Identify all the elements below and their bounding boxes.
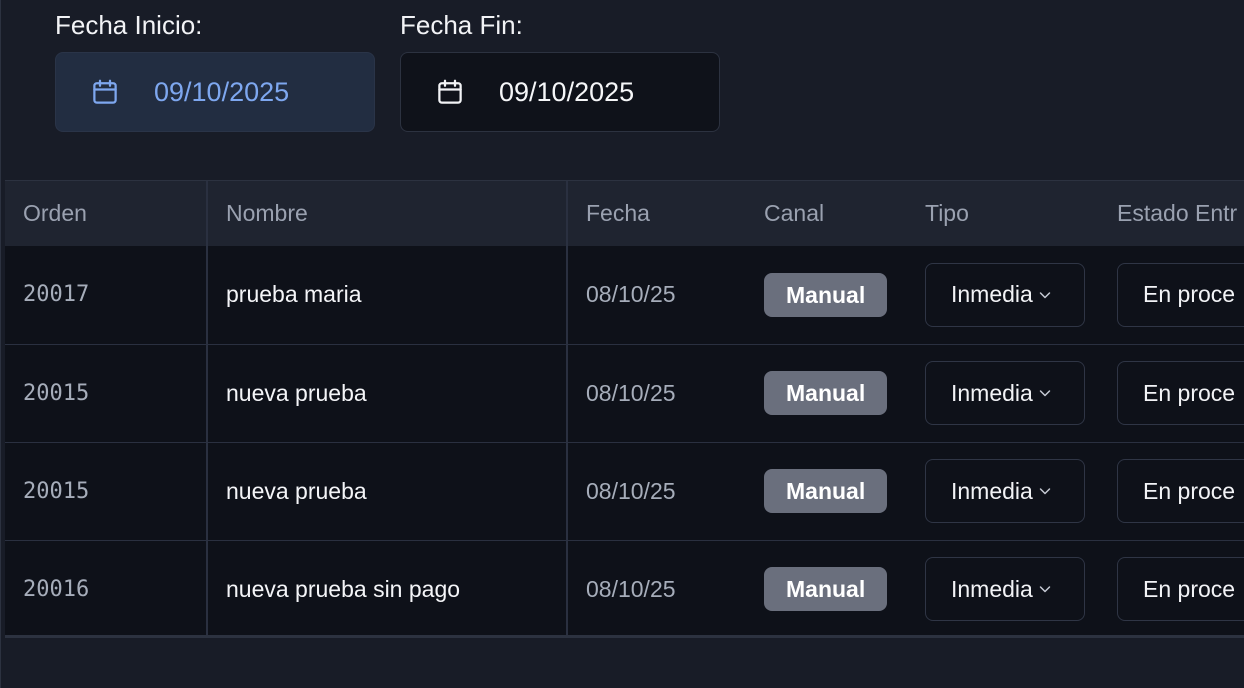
order-id: 20017: [5, 246, 208, 344]
channel-cell: Manual: [746, 246, 907, 344]
status-cell: En proce: [1099, 540, 1244, 635]
order-name: nueva prueba sin pago: [207, 540, 568, 635]
order-date: 08/10/25: [586, 281, 676, 308]
order-date: 08/10/25: [586, 477, 676, 504]
delivery-status-value: En proce: [1143, 379, 1236, 406]
chevron-down-icon: [1037, 581, 1053, 597]
column-header-nombre[interactable]: Nombre: [207, 181, 568, 246]
start-date-label: Fecha Inicio:: [55, 10, 203, 40]
table-header-row: Orden Nombre Fecha Canal Tipo Estado Ent…: [5, 181, 1244, 246]
orders-panel: Fecha Inicio: 09/10/2025 Fecha Fin: 09/1…: [0, 0, 1244, 688]
column-header-orden[interactable]: Orden: [5, 181, 208, 246]
type-cell: Inmedia: [907, 344, 1099, 442]
type-select-value: Inmedia: [951, 379, 1033, 406]
delivery-status-value: En proce: [1143, 477, 1236, 504]
calendar-icon: [435, 77, 465, 107]
order-id: 20015: [5, 442, 208, 540]
status-cell: En proce: [1099, 344, 1244, 442]
status-cell: En proce: [1099, 442, 1244, 540]
type-select[interactable]: Inmedia: [925, 557, 1085, 622]
order-id: 20015: [5, 344, 208, 442]
delivery-status-select[interactable]: En proce: [1117, 262, 1244, 327]
order-name: nueva prueba: [207, 442, 568, 540]
end-date-filter: Fecha Fin: 09/10/2025: [400, 8, 720, 132]
end-date-label: Fecha Fin:: [400, 10, 523, 40]
type-select-value: Inmedia: [951, 575, 1033, 602]
delivery-status-select[interactable]: En proce: [1117, 459, 1244, 523]
delivery-status-value: En proce: [1143, 281, 1236, 308]
order-id: 20016: [5, 540, 208, 635]
type-cell: Inmedia: [907, 540, 1099, 635]
table-row[interactable]: 20017 prueba maria 08/10/25 Manual Inmed…: [5, 246, 1244, 344]
orders-table-container[interactable]: Orden Nombre Fecha Canal Tipo Estado Ent…: [5, 180, 1244, 638]
channel-badge: Manual: [764, 371, 888, 415]
order-date: 08/10/25: [586, 575, 676, 602]
column-header-tipo[interactable]: Tipo: [907, 181, 1099, 246]
chevron-down-icon: [1037, 287, 1053, 303]
type-select-value: Inmedia: [951, 281, 1033, 308]
start-date-value: 09/10/2025: [154, 76, 290, 107]
channel-cell: Manual: [746, 540, 907, 635]
calendar-icon: [90, 77, 120, 107]
date-filters: Fecha Inicio: 09/10/2025 Fecha Fin: 09/1…: [55, 8, 720, 132]
type-select[interactable]: Inmedia: [925, 459, 1085, 523]
type-cell: Inmedia: [907, 246, 1099, 344]
table-row[interactable]: 20015 nueva prueba 08/10/25 Manual Inmed…: [5, 442, 1244, 540]
table-row[interactable]: 20016 nueva prueba sin pago 08/10/25 Man…: [5, 540, 1244, 635]
order-name: prueba maria: [207, 246, 568, 344]
start-date-filter: Fecha Inicio: 09/10/2025: [55, 8, 375, 132]
end-date-value: 09/10/2025: [499, 76, 635, 107]
chevron-down-icon: [1037, 385, 1053, 401]
type-select-value: Inmedia: [951, 477, 1033, 504]
column-header-canal[interactable]: Canal: [746, 181, 907, 246]
delivery-status-select[interactable]: En proce: [1117, 557, 1244, 622]
channel-badge: Manual: [764, 272, 888, 317]
status-cell: En proce: [1099, 246, 1244, 344]
end-date-input[interactable]: 09/10/2025: [400, 52, 720, 132]
table-row[interactable]: 20015 nueva prueba 08/10/25 Manual Inmed…: [5, 344, 1244, 442]
channel-badge: Manual: [764, 567, 888, 612]
column-header-estado[interactable]: Estado Entr: [1099, 181, 1244, 246]
type-cell: Inmedia: [907, 442, 1099, 540]
channel-cell: Manual: [746, 344, 907, 442]
type-select[interactable]: Inmedia: [925, 262, 1085, 327]
order-name: nueva prueba: [207, 344, 568, 442]
channel-cell: Manual: [746, 442, 907, 540]
column-header-fecha[interactable]: Fecha: [567, 181, 746, 246]
chevron-down-icon: [1037, 483, 1053, 499]
delivery-status-select[interactable]: En proce: [1117, 361, 1244, 425]
orders-table: Orden Nombre Fecha Canal Tipo Estado Ent…: [5, 181, 1244, 635]
channel-badge: Manual: [764, 469, 888, 513]
delivery-status-value: En proce: [1143, 575, 1236, 602]
order-date: 08/10/25: [586, 379, 676, 406]
start-date-input[interactable]: 09/10/2025: [55, 52, 375, 132]
type-select[interactable]: Inmedia: [925, 361, 1085, 425]
